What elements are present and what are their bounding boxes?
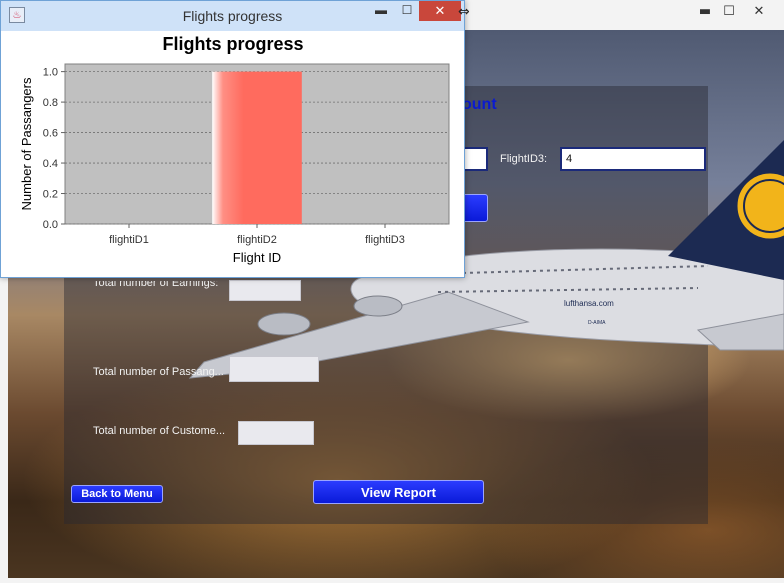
y-tick-label: 1.0: [43, 67, 58, 79]
chart-title: Flights progress: [162, 34, 303, 54]
minimize-button[interactable]: ▬: [371, 3, 391, 19]
x-axis-title: Flight ID: [233, 250, 281, 265]
aircraft-registration-text: D-AIMA: [588, 320, 606, 326]
resize-cursor-icon: ⇔: [458, 4, 470, 20]
main-close-button[interactable]: ✕: [744, 2, 774, 20]
y-tick-label: 0.8: [43, 97, 58, 109]
y-tick-label: 0.4: [43, 158, 58, 170]
chart-window-title: Flights progress: [182, 8, 283, 24]
x-tick-label: flightiD1: [109, 234, 149, 246]
customers-label: Total number of Custome...: [93, 425, 226, 437]
y-tick-label: 0.0: [43, 219, 58, 231]
y-axis-title: Number of Passangers: [19, 77, 34, 210]
flight-id2-input[interactable]: [462, 147, 488, 171]
bar-chart: Flights progress 0.0 0.2 0.4 0.6 0.8 1.0 flight…: [19, 34, 450, 265]
airline-livery-text: lufthansa.com: [564, 299, 614, 308]
chart-title-bar[interactable]: ♨ Flights progress ▬ ☐ ✕: [1, 1, 464, 31]
passengers-label: Total number of Passang...: [93, 366, 224, 378]
close-button[interactable]: ✕: [419, 1, 461, 21]
chart-window: ♨ Flights progress ▬ ☐ ✕ Flights progres…: [0, 0, 465, 278]
x-tick-label: flightiD3: [365, 234, 405, 246]
flight-id3-input[interactable]: 4: [560, 147, 706, 171]
chart-panel: Flights progress 0.0 0.2 0.4 0.6 0.8 1.0 flight…: [9, 31, 458, 271]
bar-flightiD2: [212, 71, 302, 224]
view-report-button[interactable]: View Report: [313, 480, 484, 504]
earnings-field[interactable]: [229, 280, 301, 301]
calculate-button[interactable]: [462, 194, 488, 222]
report-heading: ount: [462, 96, 497, 113]
passengers-field[interactable]: [229, 356, 319, 382]
y-tick-label: 0.2: [43, 189, 58, 201]
x-tick-label: flightiD2: [237, 234, 277, 246]
customers-field[interactable]: [238, 421, 314, 445]
flight-id3-label: FlightID3:: [500, 153, 548, 165]
y-tick-label: 0.6: [43, 128, 58, 140]
maximize-button[interactable]: ☐: [397, 3, 417, 19]
main-maximize-button[interactable]: ☐: [714, 2, 744, 20]
back-to-menu-button[interactable]: Back to Menu: [71, 485, 163, 503]
